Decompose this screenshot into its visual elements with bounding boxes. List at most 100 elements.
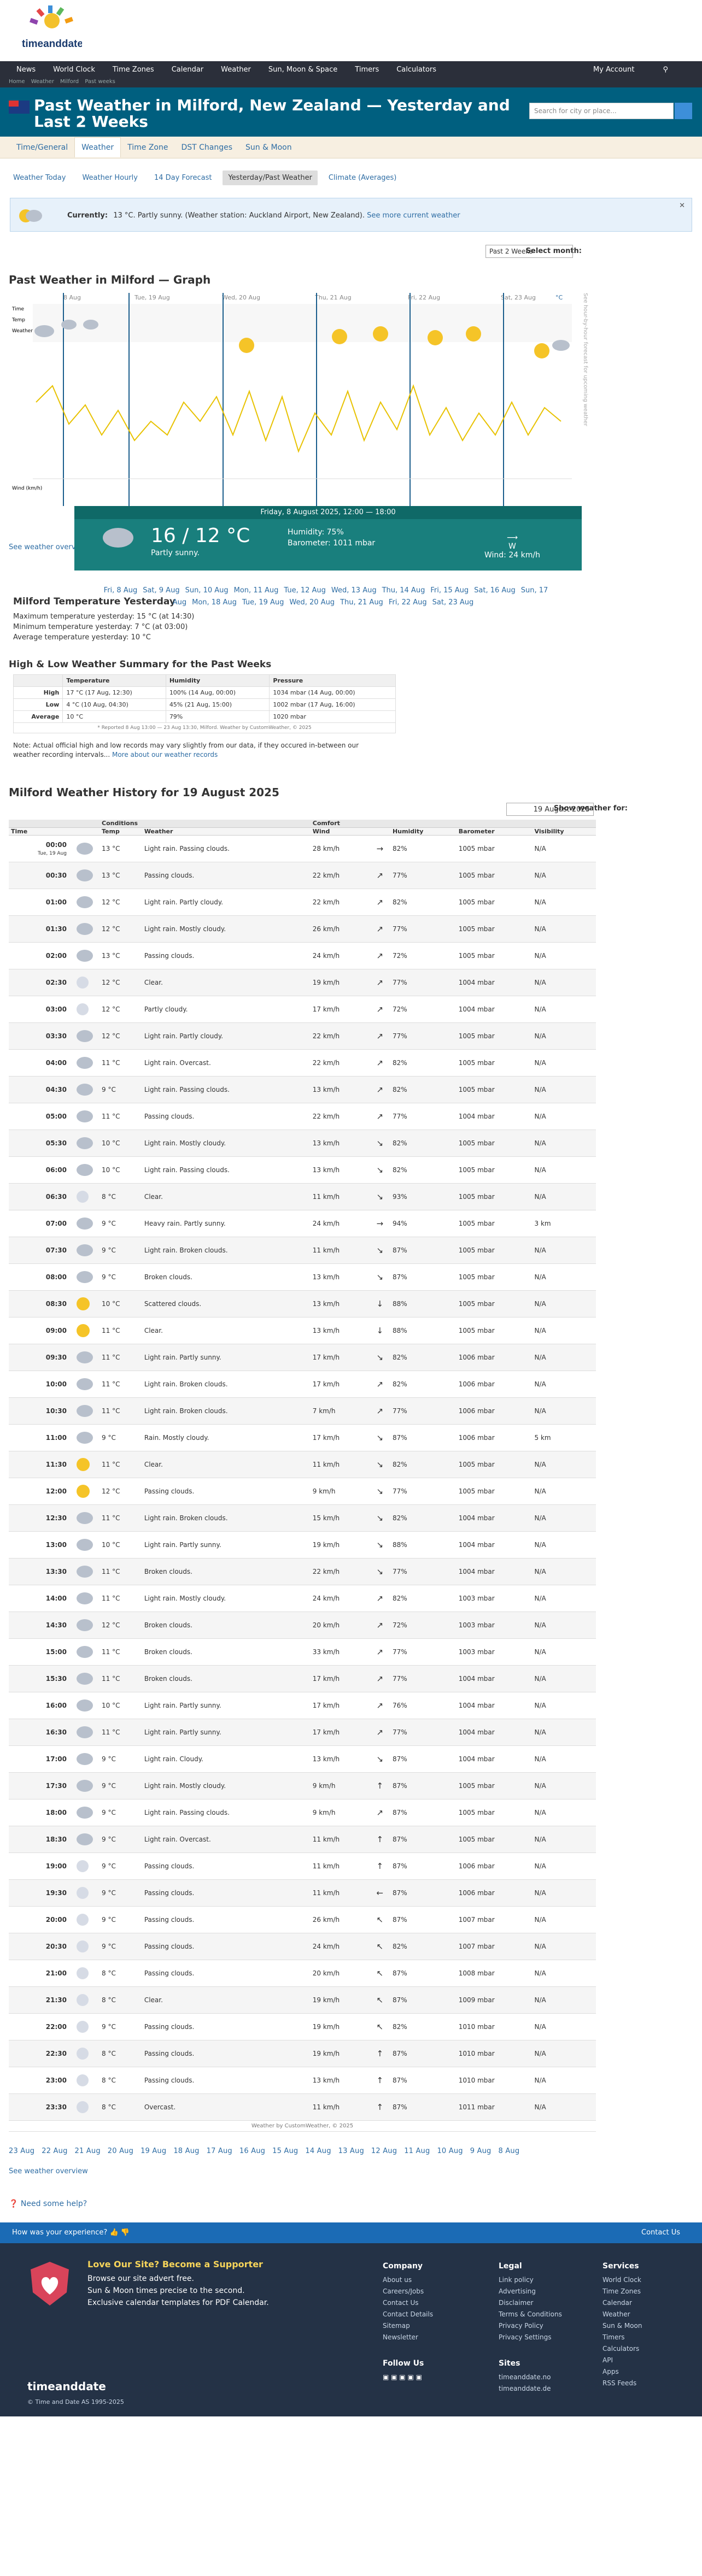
month-select[interactable]: Past 2 Weeks xyxy=(485,245,573,258)
footer-link[interactable]: Timers xyxy=(602,2332,642,2343)
tab-climate[interactable]: Climate (Averages) xyxy=(323,170,402,185)
crumb-milford[interactable]: Milford xyxy=(60,79,79,85)
nav-weather[interactable]: Weather xyxy=(221,66,251,74)
nav-world-clock[interactable]: World Clock xyxy=(53,66,95,74)
nav-calendar[interactable]: Calendar xyxy=(172,66,203,74)
need-help-link[interactable]: ❓ Need some help? xyxy=(9,2199,693,2208)
bottom-date-link[interactable]: 14 Aug xyxy=(305,2147,331,2155)
bottom-date-link[interactable]: 20 Aug xyxy=(108,2147,133,2155)
date-link[interactable]: Fri, 15 Aug xyxy=(430,586,469,595)
thumbs-down-icon[interactable]: 👎 xyxy=(121,2228,130,2237)
footer-link[interactable]: Sun & Moon xyxy=(602,2320,642,2332)
tab-sun-moon[interactable]: Sun & Moon xyxy=(239,138,299,157)
crumb-weather[interactable]: Weather xyxy=(31,79,54,85)
bottom-date-link[interactable]: 15 Aug xyxy=(272,2147,298,2155)
hourly-forecast-side-link[interactable]: See hour-by-hour forecast for upcoming w… xyxy=(572,293,588,473)
nav-time-zones[interactable]: Time Zones xyxy=(113,66,154,74)
bottom-date-link[interactable]: 19 Aug xyxy=(141,2147,166,2155)
graph-canvas[interactable]: Time Temp Weather Wind (km/h) 8 Aug Tue,… xyxy=(9,293,693,511)
date-link[interactable]: Sat, 23 Aug xyxy=(432,598,474,607)
weather-overview-link-2[interactable]: See weather overview xyxy=(9,2167,693,2175)
date-link[interactable]: Mon, 11 Aug xyxy=(234,586,279,595)
footer-link[interactable]: Careers/Jobs xyxy=(383,2286,433,2297)
bottom-date-link[interactable]: 9 Aug xyxy=(470,2147,492,2155)
footer-link[interactable]: Newsletter xyxy=(383,2332,433,2343)
tab-weather-today[interactable]: Weather Today xyxy=(8,170,71,185)
footer-link[interactable]: Privacy Policy xyxy=(499,2320,562,2332)
date-link[interactable]: Thu, 21 Aug xyxy=(340,598,383,607)
date-link[interactable]: Tue, 19 Aug xyxy=(242,598,284,607)
date-link[interactable]: Wed, 13 Aug xyxy=(331,586,377,595)
bottom-date-link[interactable]: 23 Aug xyxy=(9,2147,34,2155)
current-weather-link[interactable]: See more current weather xyxy=(367,211,460,220)
footer-link[interactable]: Contact Details xyxy=(383,2309,433,2320)
search-input[interactable]: Search for city or place... xyxy=(529,103,674,119)
tab-past-weather[interactable]: Yesterday/Past Weather xyxy=(223,170,318,185)
footer-link[interactable]: Time Zones xyxy=(602,2286,642,2297)
date-select[interactable]: 19 August 2025 xyxy=(506,803,594,816)
date-link[interactable]: Sat, 16 Aug xyxy=(474,586,516,595)
close-icon[interactable]: ✕ xyxy=(679,202,685,210)
bottom-date-link[interactable]: 17 Aug xyxy=(207,2147,232,2155)
date-link[interactable]: Thu, 14 Aug xyxy=(382,586,425,595)
bottom-date-link[interactable]: 16 Aug xyxy=(239,2147,265,2155)
footer-link[interactable]: timeanddate.no xyxy=(499,2372,551,2383)
nav-timers[interactable]: Timers xyxy=(355,66,379,74)
crumb-home[interactable]: Home xyxy=(9,79,25,85)
account-link[interactable]: My Account xyxy=(593,66,635,74)
footer-link[interactable]: Contact Us xyxy=(383,2297,433,2309)
tab-14-day[interactable]: 14 Day Forecast xyxy=(149,170,218,185)
search-icon[interactable]: ⚲ xyxy=(663,66,668,74)
wind: 7 km/h xyxy=(310,1397,370,1425)
nav-news[interactable]: News xyxy=(16,66,36,74)
search-button[interactable] xyxy=(675,103,692,119)
footer-link[interactable]: About us xyxy=(383,2274,433,2286)
bottom-date-link[interactable]: 21 Aug xyxy=(75,2147,101,2155)
footer-link[interactable]: Terms & Conditions xyxy=(499,2309,562,2320)
footer-link[interactable]: Disclaimer xyxy=(499,2297,562,2309)
date-link[interactable]: Fri, 8 Aug xyxy=(104,586,138,595)
cloud-icon xyxy=(77,1137,93,1149)
nav-calculators[interactable]: Calculators xyxy=(396,66,436,74)
timeanddate-logo[interactable]: timeanddate xyxy=(22,4,82,57)
bottom-date-link[interactable]: 13 Aug xyxy=(338,2147,364,2155)
bottom-date-link[interactable]: 22 Aug xyxy=(42,2147,67,2155)
date-link[interactable]: Tue, 12 Aug xyxy=(284,586,326,595)
footer-link[interactable]: Calculators xyxy=(602,2343,642,2355)
footer-link[interactable]: Apps xyxy=(602,2366,642,2378)
bottom-date-link[interactable]: 12 Aug xyxy=(371,2147,397,2155)
footer-link[interactable]: World Clock xyxy=(602,2274,642,2286)
date-link[interactable]: Wed, 20 Aug xyxy=(289,598,335,607)
tab-weather[interactable]: Weather xyxy=(74,137,121,157)
date-link[interactable]: Fri, 22 Aug xyxy=(389,598,427,607)
tab-time-general[interactable]: Time/General xyxy=(10,138,74,157)
support-title[interactable]: Love Our Site? Become a Supporter xyxy=(87,2259,269,2271)
nav-sun-moon[interactable]: Sun, Moon & Space xyxy=(268,66,337,74)
date-link[interactable]: Sat, 9 Aug xyxy=(143,586,179,595)
bottom-date-link[interactable]: 18 Aug xyxy=(173,2147,199,2155)
bottom-date-link[interactable]: 10 Aug xyxy=(437,2147,463,2155)
footer-link[interactable]: Advertising xyxy=(499,2286,562,2297)
contact-us-button[interactable]: Contact Us xyxy=(641,2228,680,2237)
time-value: 04:30 xyxy=(45,1085,67,1093)
footer-link[interactable]: Link policy xyxy=(499,2274,562,2286)
footer-link[interactable]: Calendar xyxy=(602,2297,642,2309)
footer-link[interactable]: Weather xyxy=(602,2309,642,2320)
bottom-date-link[interactable]: 8 Aug xyxy=(499,2147,520,2155)
footer-link[interactable]: timeanddate.de xyxy=(499,2383,551,2395)
date-link[interactable]: Sun, 10 Aug xyxy=(185,586,229,595)
thumbs-up-icon[interactable]: 👍 xyxy=(109,2228,118,2237)
footer-link[interactable]: Privacy Settings xyxy=(499,2332,562,2343)
footer-link[interactable]: Sitemap xyxy=(383,2320,433,2332)
tab-weather-hourly[interactable]: Weather Hourly xyxy=(77,170,143,185)
footer-logo[interactable]: timeanddate xyxy=(27,2380,106,2393)
records-link[interactable]: More about our weather records xyxy=(112,751,218,758)
date-link[interactable]: Mon, 18 Aug xyxy=(192,598,237,607)
bottom-date-link[interactable]: 11 Aug xyxy=(404,2147,430,2155)
tab-time-zone[interactable]: Time Zone xyxy=(121,138,174,157)
tab-dst-changes[interactable]: DST Changes xyxy=(174,138,239,157)
footer-link[interactable]: RSS Feeds xyxy=(602,2378,642,2389)
footer-link[interactable]: API xyxy=(602,2355,642,2366)
social-icons[interactable]: ▣ ▣ ▣ ▣ ▣ xyxy=(383,2373,422,2381)
detail-condition: Partly sunny. xyxy=(151,549,200,557)
